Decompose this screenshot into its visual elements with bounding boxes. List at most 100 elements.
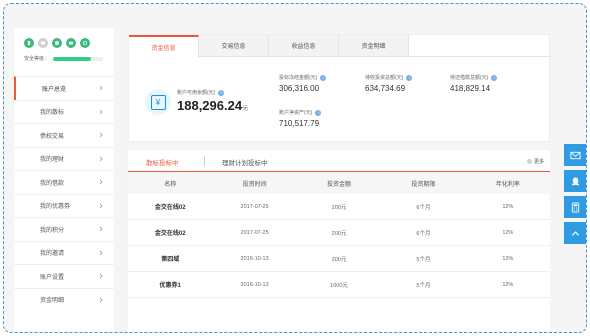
sidebar-item[interactable]: 我的散标: [14, 99, 114, 124]
qq-icon[interactable]: [564, 170, 586, 192]
id-card-icon[interactable]: [52, 38, 62, 48]
chevron-right-icon: [99, 226, 103, 232]
table-cell: 2016-10-13: [240, 255, 269, 262]
table-header: 名称 投资时间 投资金额 投资期限 年化利率: [128, 172, 550, 194]
frozen-label: 投标冻结金额(元)?: [279, 74, 327, 81]
sidebar-item-label: 我的借款: [40, 180, 65, 187]
table-cell: 200元: [331, 204, 347, 211]
sidebar-item[interactable]: 我的邀请: [14, 240, 114, 265]
table-cell: 金交在线02: [154, 231, 186, 237]
table-cell: 6个月: [416, 204, 431, 211]
sidebar-item[interactable]: 我的优惠券: [14, 193, 114, 218]
help-icon[interactable]: ?: [406, 74, 413, 81]
sidebar-item-label: 我的理财: [40, 157, 65, 164]
sidebar-item[interactable]: 资金明细: [14, 287, 114, 312]
table-cell: 5个月: [416, 256, 431, 263]
tab-transactions[interactable]: 交易信息: [199, 35, 269, 57]
pending-income-value: 634,734.69: [365, 84, 406, 93]
net-assets-value: 710,517.79: [279, 119, 320, 128]
balance-label: 账户可用余额(元)?: [177, 89, 225, 96]
table-row[interactable]: 第四域 2016-10-13 200元 5个月 12%: [128, 246, 550, 272]
more-link[interactable]: + 更多: [526, 158, 544, 165]
net-assets-label: 账户净资产(元)?: [279, 109, 322, 116]
mail-icon[interactable]: [38, 38, 48, 48]
security-level: 安全等级：: [24, 55, 104, 62]
tab-loan-bidding[interactable]: 散标投标中: [146, 157, 179, 167]
chevron-right-icon: [99, 132, 103, 138]
chevron-right-icon: [99, 156, 103, 162]
sidebar-item[interactable]: 我的积分: [14, 217, 114, 241]
chevron-right-icon: [99, 250, 103, 256]
column-header: 年化利率: [495, 181, 520, 188]
table-row[interactable]: 金交在线02 2017-07-25 200元 6个月 12%: [128, 220, 550, 246]
sidebar-item-label: 债权交易: [40, 133, 65, 140]
records-tabs: 散标投标中 理财计划投标中 + 更多: [128, 150, 550, 172]
table-cell: 2017-07-25: [240, 203, 269, 210]
pending-income-label: 待收投资总额(元)?: [365, 74, 413, 81]
records-card: 散标投标中 理财计划投标中 + 更多 名称 投资时间 投资金额 投资期限 年化利率…: [128, 150, 550, 332]
chevron-right-icon: [99, 273, 103, 279]
security-progress-bar: [53, 56, 104, 61]
security-level-label: 安全等级：: [24, 56, 50, 62]
tab-earnings[interactable]: 收益信息: [269, 35, 339, 57]
table-cell: 2017-07-25: [240, 229, 269, 236]
table-cell: 金交在线02: [154, 205, 186, 211]
help-icon[interactable]: ?: [218, 89, 225, 96]
table-cell: 200元: [331, 256, 347, 263]
wallet-icon: ¥: [145, 89, 171, 115]
info-tabs: 资金信息 交易信息 收益信息 资金明细: [129, 35, 409, 57]
help-icon[interactable]: ?: [491, 74, 498, 81]
sidebar-item[interactable]: 我的借款: [14, 170, 114, 194]
account-overview-card: 资金信息 交易信息 收益信息 资金明细 ¥ 账户可用余额(元)? 188,296…: [128, 34, 551, 142]
plus-icon: +: [526, 159, 532, 164]
chevron-right-icon: [99, 179, 103, 185]
table-cell: 200元: [331, 230, 347, 237]
sidebar-menu: 账户总览我的散标债权交易我的理财我的借款我的优惠券我的积分我的邀请账户设置资金明…: [14, 76, 114, 311]
table-cell: 优惠券1: [159, 283, 181, 289]
table-cell: 1000元: [330, 282, 348, 289]
chevron-right-icon: [99, 109, 103, 115]
shield-icon[interactable]: [80, 38, 90, 48]
table-cell: 12%: [502, 281, 514, 288]
sidebar-item[interactable]: 债权交易: [14, 123, 114, 147]
arrow-up-icon[interactable]: [564, 222, 586, 244]
column-header: 投资金额: [327, 181, 352, 188]
help-icon[interactable]: ?: [320, 74, 327, 81]
sidebar-item-label: 我的邀请: [40, 251, 65, 258]
sidebar-item-label: 资金明细: [40, 298, 65, 305]
table-cell: 12%: [502, 255, 514, 262]
mail-icon[interactable]: [564, 144, 586, 166]
column-header: 投资时间: [242, 181, 267, 188]
sidebar-item[interactable]: 我的理财: [14, 146, 114, 171]
table-cell: 6个月: [416, 230, 431, 237]
page-frame: 安全等级： 账户总览 我的散标 债权交易 我的理财 我的借款 我的优惠券 我的积分 我的邀请账…: [3, 3, 587, 333]
help-icon[interactable]: ?: [315, 109, 322, 116]
pending-repay-value: 418,829.14: [450, 84, 491, 93]
table-row[interactable]: 金交在线02 2017-07-25 200元 6个月 12%: [128, 194, 550, 220]
phone-icon[interactable]: [24, 38, 34, 48]
security-progress-fill: [53, 56, 91, 61]
sidebar-item-label: 我的散标: [40, 110, 65, 117]
sidebar: 安全等级： 账户总览 我的散标 债权交易 我的理财 我的借款 我的优惠券 我的积分 我的邀请账…: [14, 28, 114, 332]
table-cell: 12%: [502, 203, 514, 210]
tab-plan-bidding[interactable]: 理财计划投标中: [222, 157, 268, 167]
table-cell: 2016-10-13: [240, 281, 269, 288]
sidebar-item-label: 账户设置: [40, 274, 65, 281]
calculator-icon[interactable]: [564, 196, 586, 218]
bank-card-icon[interactable]: [66, 38, 76, 48]
tab-divider: [204, 156, 205, 166]
column-header: 投资期限: [411, 181, 436, 188]
tab-fund-details[interactable]: 资金明细: [339, 35, 409, 57]
sidebar-item[interactable]: 账户设置: [14, 264, 114, 288]
sidebar-item[interactable]: 账户总览: [14, 76, 114, 100]
column-header: 名称: [164, 181, 177, 188]
table-cell: 12%: [502, 229, 514, 236]
table-cell: 5个月: [416, 282, 431, 289]
chevron-right-icon: [99, 297, 103, 303]
tab-funds[interactable]: 资金信息: [129, 35, 199, 57]
pending-repay-label: 待还借款总额(元)?: [450, 74, 498, 81]
security-icons: [24, 38, 90, 48]
table-row[interactable]: 优惠券1 2016-10-13 1000元 5个月 12%: [128, 272, 550, 298]
table-cell: 第四域: [161, 257, 180, 263]
sidebar-item-label: 我的优惠券: [40, 204, 71, 211]
